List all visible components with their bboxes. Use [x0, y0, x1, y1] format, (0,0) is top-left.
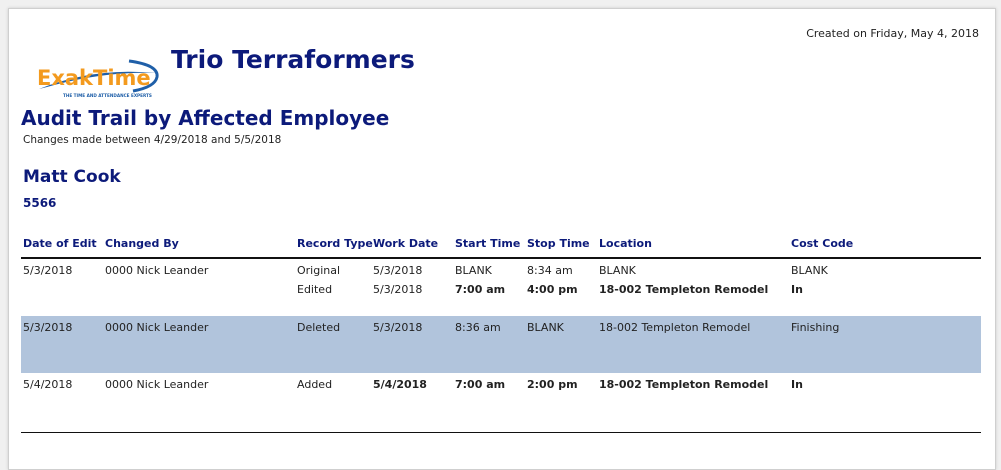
col-work-date: Work Date	[373, 237, 439, 250]
changed-by: 0000 Nick Leander	[105, 264, 209, 277]
footer-divider	[21, 432, 981, 433]
employee-name: Matt Cook	[23, 167, 121, 187]
created-date: Created on Friday, May 4, 2018	[806, 27, 979, 40]
location: BLANK	[599, 264, 636, 277]
date-of-edit: 5/3/2018	[23, 321, 73, 334]
col-cost-code: Cost Code	[791, 237, 854, 250]
col-record-type: Record Type	[297, 237, 373, 250]
date-range: Changes made between 4/29/2018 and 5/5/2…	[23, 134, 282, 146]
exaktime-logo: ExakTime THE TIME AND ATTENDANCE EXPERTS	[37, 59, 159, 98]
report-page: Created on Friday, May 4, 2018 ExakTime …	[8, 8, 996, 470]
table-header: Date of Edit Changed By Record Type Work…	[21, 235, 981, 259]
cost-code: In	[791, 378, 803, 391]
location: 18-002 Templeton Remodel	[599, 321, 751, 334]
report-title: Audit Trail by Affected Employee	[21, 106, 390, 130]
record-type: Added	[297, 378, 333, 391]
date-of-edit: 5/3/2018	[23, 264, 73, 277]
cost-code: In	[791, 283, 803, 296]
col-date-of-edit: Date of Edit	[23, 237, 97, 250]
svg-text:ExakTime: ExakTime	[37, 66, 151, 90]
employee-number: 5566	[23, 196, 57, 210]
changed-by: 0000 Nick Leander	[105, 378, 209, 391]
col-stop-time: Stop Time	[527, 237, 590, 250]
date-of-edit: 5/4/2018	[23, 378, 73, 391]
company-name: Trio Terraformers	[171, 45, 415, 74]
record-type: Edited	[297, 283, 333, 296]
table-row: 5/4/2018 0000 Nick Leander Added 5/4/201…	[21, 373, 981, 430]
svg-text:THE TIME AND ATTENDANCE EXPERT: THE TIME AND ATTENDANCE EXPERTS	[63, 93, 152, 98]
col-location: Location	[599, 237, 652, 250]
table-row: 5/3/2018 0000 Nick Leander Original 5/3/…	[21, 259, 981, 316]
work-date: 5/3/2018	[373, 321, 423, 334]
record-type: Original	[297, 264, 341, 277]
stop-time: 2:00 pm	[527, 378, 578, 391]
cost-code: Finishing	[791, 321, 840, 334]
changed-by: 0000 Nick Leander	[105, 321, 209, 334]
stop-time: 4:00 pm	[527, 283, 578, 296]
stop-time: BLANK	[527, 321, 564, 334]
stop-time: 8:34 am	[527, 264, 573, 277]
col-start-time: Start Time	[455, 237, 521, 250]
start-time: 8:36 am	[455, 321, 501, 334]
start-time: 7:00 am	[455, 283, 506, 296]
record-type: Deleted	[297, 321, 341, 334]
col-changed-by: Changed By	[105, 237, 179, 250]
work-date: 5/3/2018	[373, 283, 423, 296]
work-date: 5/3/2018	[373, 264, 423, 277]
location: 18-002 Templeton Remodel	[599, 283, 769, 296]
table-row-highlighted: 5/3/2018 0000 Nick Leander Deleted 5/3/2…	[21, 316, 981, 373]
cost-code: BLANK	[791, 264, 828, 277]
work-date: 5/4/2018	[373, 378, 427, 391]
start-time: 7:00 am	[455, 378, 506, 391]
audit-table: Date of Edit Changed By Record Type Work…	[21, 235, 981, 430]
start-time: BLANK	[455, 264, 492, 277]
location: 18-002 Templeton Remodel	[599, 378, 769, 391]
